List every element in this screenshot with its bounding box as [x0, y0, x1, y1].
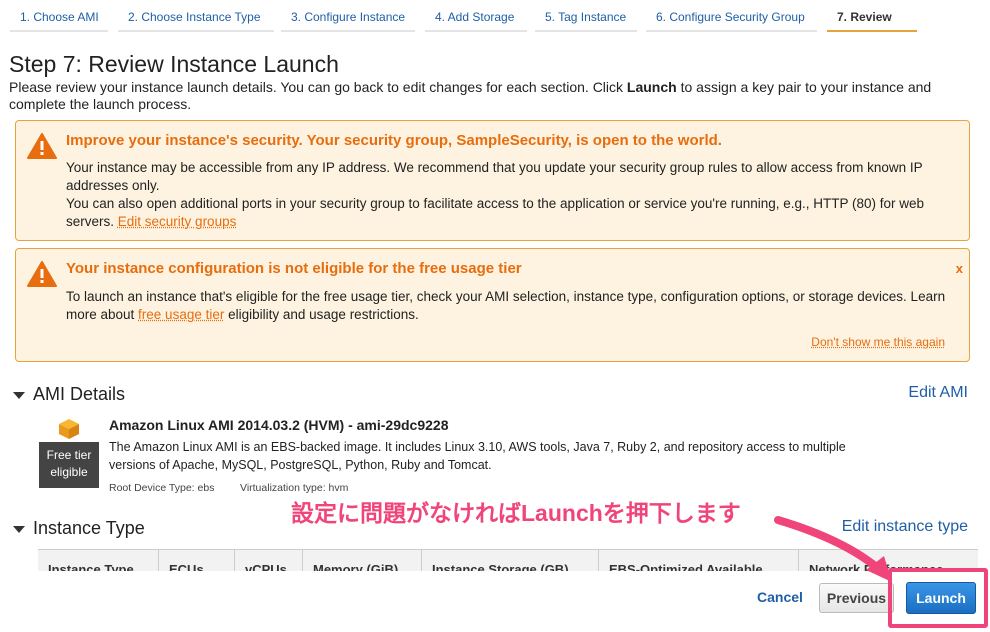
launch-button[interactable]: Launch	[906, 582, 976, 614]
annotation-arrow	[774, 516, 892, 582]
annotation-text: 設定に問題がなければLaunchを押下します	[291, 500, 741, 526]
